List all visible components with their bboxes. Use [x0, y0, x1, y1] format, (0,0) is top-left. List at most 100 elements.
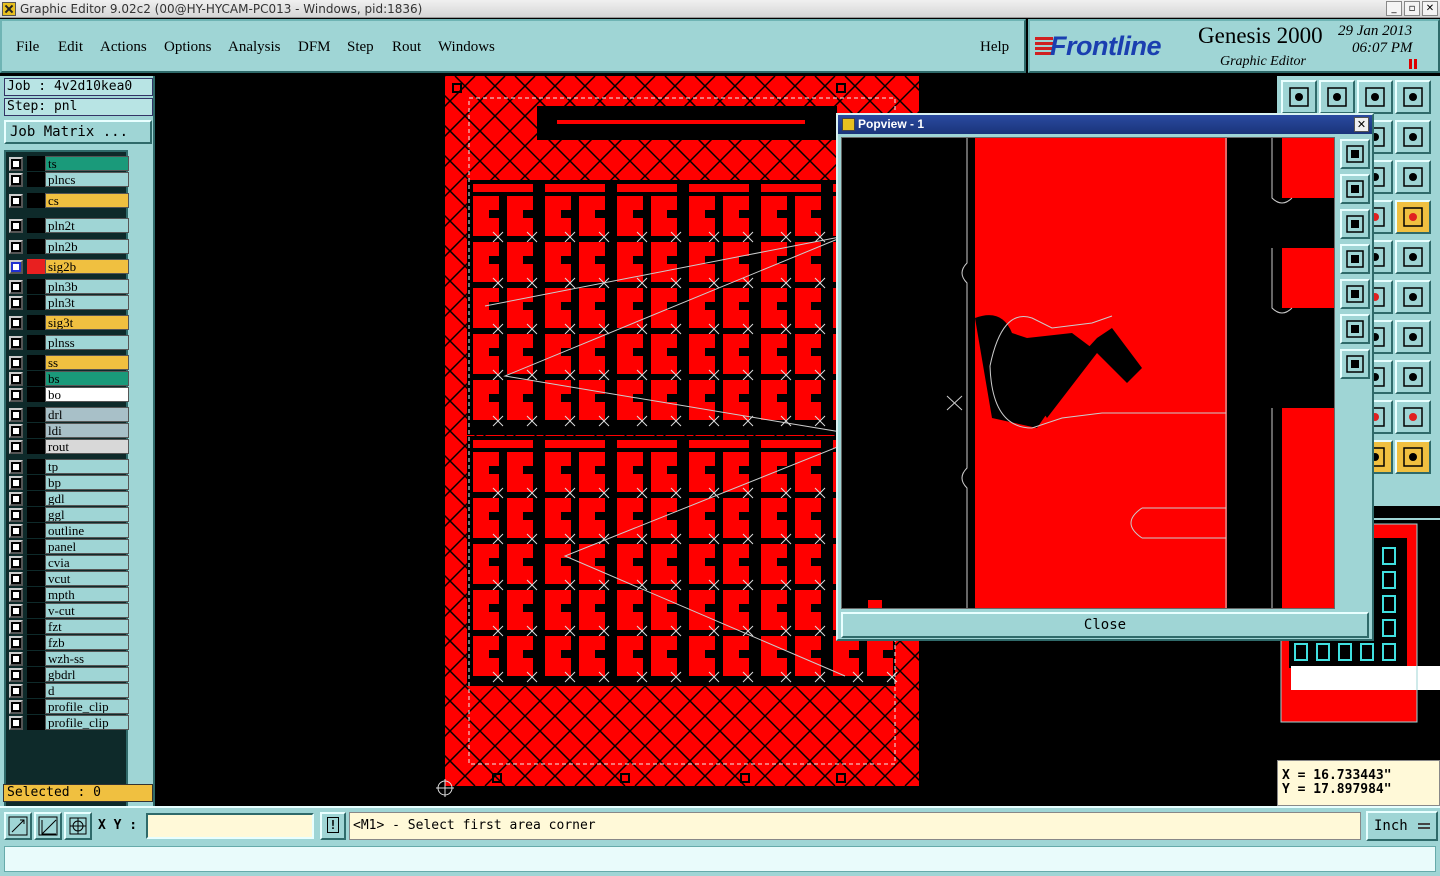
layer-checkbox[interactable]: [9, 667, 23, 682]
layer-row[interactable]: fzt: [9, 619, 129, 634]
popview-options-button[interactable]: [1340, 139, 1370, 169]
split-ff-button[interactable]: [1395, 320, 1431, 354]
xy-input[interactable]: [146, 813, 314, 839]
layer-checkbox[interactable]: [9, 683, 23, 698]
popview-pan-left-button[interactable]: [1340, 244, 1370, 274]
layer-row[interactable]: wzh-ss: [9, 651, 129, 666]
popview-close-icon[interactable]: ✕: [1354, 117, 1369, 132]
layer-row[interactable]: profile_clip: [9, 699, 129, 714]
up-layer-button[interactable]: [1281, 80, 1317, 114]
layer-row[interactable]: tp: [9, 459, 129, 474]
layer-row[interactable]: fzb: [9, 635, 129, 650]
layer-row[interactable]: cvia: [9, 555, 129, 570]
layer-row[interactable]: v-cut: [9, 603, 129, 618]
job-matrix-button[interactable]: Job Matrix ...: [4, 120, 152, 144]
layer-row[interactable]: gbdrl: [9, 667, 129, 682]
down-layer-button[interactable]: [1319, 80, 1355, 114]
popview-fit-button[interactable]: [1340, 314, 1370, 344]
layer-checkbox[interactable]: [9, 491, 23, 506]
move-pad-button[interactable]: [1395, 280, 1431, 314]
layer-row[interactable]: vcut: [9, 571, 129, 586]
layer-checkbox[interactable]: [9, 475, 23, 490]
layer-row[interactable]: gdl: [9, 491, 129, 506]
layer-checkbox[interactable]: [9, 459, 23, 474]
layer-checkbox[interactable]: [9, 571, 23, 586]
measure-button[interactable]: [34, 812, 62, 840]
minimize-button[interactable]: _: [1386, 1, 1402, 16]
help-button[interactable]: [1395, 160, 1431, 194]
menu-windows[interactable]: Windows: [438, 39, 495, 56]
layer-row[interactable]: bo: [9, 387, 129, 402]
menu-file[interactable]: File: [16, 39, 39, 56]
layer-checkbox[interactable]: [9, 619, 23, 634]
layer-checkbox[interactable]: [9, 279, 23, 294]
layer-checkbox[interactable]: [9, 193, 23, 208]
layer-checkbox[interactable]: [9, 507, 23, 522]
popview-pan-right-button[interactable]: [1340, 279, 1370, 309]
layer-checkbox[interactable]: [9, 259, 23, 274]
layer-checkbox[interactable]: [9, 539, 23, 554]
layer-checkbox[interactable]: [9, 156, 23, 171]
popview-zoom-out-button[interactable]: [1340, 209, 1370, 239]
layer-row[interactable]: ts: [9, 156, 129, 171]
menu-analysis[interactable]: Analysis: [228, 39, 281, 56]
layer-checkbox[interactable]: [9, 699, 23, 714]
layer-checkbox[interactable]: [9, 651, 23, 666]
layer-checkbox[interactable]: [9, 315, 23, 330]
layer-row[interactable]: ss: [9, 355, 129, 370]
layer-row[interactable]: bp: [9, 475, 129, 490]
menu-edit[interactable]: Edit: [58, 39, 83, 56]
layer-checkbox[interactable]: [9, 371, 23, 386]
popview-zoom-view[interactable]: [841, 137, 1335, 609]
popview-center-button[interactable]: [1340, 349, 1370, 379]
layer-row[interactable]: cs: [9, 193, 129, 208]
layer-checkbox[interactable]: [9, 555, 23, 570]
layer-checkbox[interactable]: [9, 335, 23, 350]
red-dot-right-button[interactable]: [1395, 200, 1431, 234]
menu-help[interactable]: Help: [980, 39, 1009, 56]
zoom-area-button[interactable]: [4, 812, 32, 840]
layer-checkbox[interactable]: [9, 239, 23, 254]
menu-rout[interactable]: Rout: [392, 39, 421, 56]
layer-checkbox[interactable]: [9, 603, 23, 618]
home-button[interactable]: [1357, 80, 1393, 114]
layer-row[interactable]: profile_clip: [9, 715, 129, 730]
layer-row[interactable]: ldi: [9, 423, 129, 438]
layer-checkbox[interactable]: [9, 523, 23, 538]
layer-row[interactable]: rout: [9, 439, 129, 454]
layer-row[interactable]: pln2b: [9, 239, 129, 254]
layer-row[interactable]: bs: [9, 371, 129, 386]
arc-a-right-button[interactable]: [1395, 400, 1431, 434]
layer-checkbox[interactable]: [9, 439, 23, 454]
shapes-button[interactable]: [1395, 360, 1431, 394]
circle-pad-button[interactable]: [1395, 240, 1431, 274]
layer-row[interactable]: sig3t: [9, 315, 129, 330]
layer-checkbox[interactable]: [9, 172, 23, 187]
menu-step[interactable]: Step: [347, 39, 374, 56]
layer-row[interactable]: outline: [9, 523, 129, 538]
layer-row[interactable]: pln3b: [9, 279, 129, 294]
layer-checkbox[interactable]: [9, 587, 23, 602]
layer-row[interactable]: drl: [9, 407, 129, 422]
layer-checkbox[interactable]: [9, 423, 23, 438]
popview-zoom-in-button[interactable]: [1340, 174, 1370, 204]
layer-row[interactable]: plnss: [9, 335, 129, 350]
menu-options[interactable]: Options: [164, 39, 212, 56]
layer-checkbox[interactable]: [9, 407, 23, 422]
popview-close-button[interactable]: Close: [841, 612, 1369, 638]
layer-row[interactable]: plncs: [9, 172, 129, 187]
layer-row[interactable]: sig2b: [9, 259, 129, 274]
snap-s-button[interactable]: [1395, 120, 1431, 154]
layer-checkbox[interactable]: [9, 218, 23, 233]
layer-row[interactable]: pln3t: [9, 295, 129, 310]
layer-checkbox[interactable]: [9, 355, 23, 370]
window-close-button[interactable]: ✕: [1422, 1, 1438, 16]
command-exclaim-button[interactable]: !: [320, 812, 346, 840]
layer-checkbox[interactable]: [9, 715, 23, 730]
layer-row[interactable]: pln2t: [9, 218, 129, 233]
menu-dfm[interactable]: DFM: [298, 39, 331, 56]
layer-row[interactable]: panel: [9, 539, 129, 554]
grid-snap-button[interactable]: [64, 812, 92, 840]
layer-row[interactable]: ggl: [9, 507, 129, 522]
layer-checkbox[interactable]: [9, 635, 23, 650]
